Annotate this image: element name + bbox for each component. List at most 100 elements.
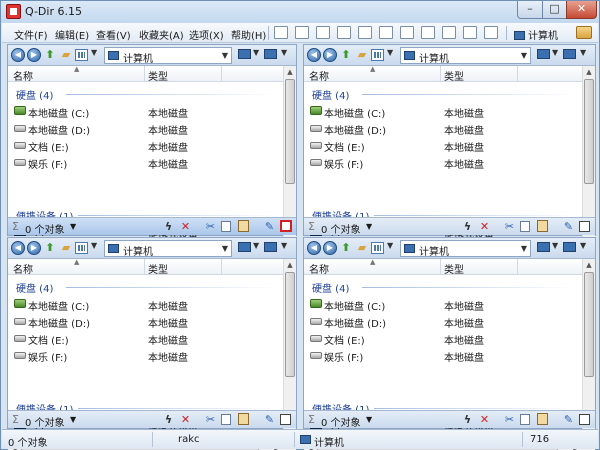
list-item[interactable]: 娱乐 (F:) 本地磁盘	[304, 347, 582, 364]
layout-tabs-icon[interactable]	[442, 26, 456, 39]
chevron-down-icon[interactable]: ▼	[521, 244, 527, 253]
scroll-up-icon[interactable]: ▲	[583, 66, 595, 78]
list-item[interactable]: 本地磁盘 (D:) 本地磁盘	[8, 313, 283, 330]
menu-favorites[interactable]: 收藏夹(A)	[139, 27, 184, 42]
menu-help[interactable]: 帮助(H)	[231, 27, 266, 42]
menu-options[interactable]: 选项(X)	[189, 27, 224, 42]
paste-icon[interactable]	[238, 220, 249, 232]
column-divider[interactable]	[517, 66, 518, 82]
address-bar[interactable]: 计算机 ▼	[104, 47, 232, 65]
monitor-icon[interactable]	[238, 49, 251, 59]
column-name[interactable]: 名称	[309, 261, 329, 276]
paste-icon[interactable]	[537, 220, 548, 232]
up-folder-icon[interactable]: ⬆	[339, 241, 353, 255]
menu-view[interactable]: 查看(V)	[96, 27, 131, 42]
menu-edit[interactable]: 编辑(E)	[55, 27, 89, 42]
rename-icon[interactable]: ✎	[263, 220, 276, 233]
view-mode-icon[interactable]	[75, 49, 88, 61]
column-name[interactable]: 名称	[309, 68, 329, 83]
rename-icon[interactable]: ✎	[263, 413, 276, 426]
copy-icon[interactable]	[221, 414, 231, 425]
paste-icon[interactable]	[537, 413, 548, 425]
layout-horizontal-icon[interactable]	[316, 26, 330, 39]
folder-icon[interactable]: ▰	[59, 241, 73, 255]
delete-icon[interactable]: ✕	[478, 220, 491, 233]
close-button[interactable]: ✕	[566, 1, 597, 19]
list-item[interactable]: 文档 (E:) 本地磁盘	[304, 137, 582, 154]
delete-icon[interactable]: ✕	[179, 220, 192, 233]
back-icon[interactable]: ◀	[11, 48, 25, 62]
chevron-down-icon[interactable]: ▼	[222, 51, 228, 60]
forward-icon[interactable]: ▶	[27, 48, 41, 62]
column-divider[interactable]	[517, 259, 518, 275]
menu-file[interactable]: 文件(F)	[14, 27, 48, 42]
view-mode-icon[interactable]	[371, 49, 384, 61]
copy-icon[interactable]	[520, 414, 530, 425]
quick-action-icon[interactable]: ϟ	[162, 413, 175, 426]
scroll-thumb[interactable]	[584, 272, 594, 377]
list-item[interactable]: 娱乐 (F:) 本地磁盘	[304, 154, 582, 171]
scroll-thumb[interactable]	[285, 79, 295, 184]
column-type[interactable]: 类型	[148, 68, 168, 83]
forward-icon[interactable]: ▶	[323, 241, 337, 255]
back-icon[interactable]: ◀	[11, 241, 25, 255]
cut-icon[interactable]: ✂	[204, 413, 217, 426]
chevron-down-icon[interactable]: ▼	[552, 241, 558, 250]
column-divider[interactable]	[221, 259, 222, 275]
group-header[interactable]: 硬盘 (4)	[16, 87, 53, 102]
column-type[interactable]: 类型	[148, 261, 168, 276]
column-type[interactable]: 类型	[444, 68, 464, 83]
view-mode-icon[interactable]	[371, 242, 384, 254]
chevron-down-icon[interactable]: ▼	[70, 222, 76, 231]
column-name[interactable]: 名称	[13, 68, 33, 83]
file-pane-bottom-left[interactable]: ◀ ▶ ⬆ ▰ ▼ 计算机 ▼ ▼ ▼ 名称 ▲ 类型 硬盘 (4) 本地磁盘 (C:) 本地磁盘 本地磁盘 …	[7, 237, 297, 450]
list-item[interactable]: 本地磁盘 (C:) 本地磁盘	[304, 103, 582, 120]
cut-icon[interactable]: ✂	[503, 413, 516, 426]
chevron-down-icon[interactable]: ▼	[281, 241, 287, 250]
display-icon[interactable]	[563, 242, 576, 252]
paste-icon[interactable]	[238, 413, 249, 425]
cut-icon[interactable]: ✂	[503, 220, 516, 233]
chevron-down-icon[interactable]: ▼	[552, 48, 558, 57]
folder-icon[interactable]: ▰	[355, 48, 369, 62]
address-bar[interactable]: 计算机 ▼	[400, 240, 531, 258]
list-item[interactable]: 本地磁盘 (D:) 本地磁盘	[304, 120, 582, 137]
chevron-down-icon[interactable]: ▼	[387, 48, 393, 57]
up-folder-icon[interactable]: ⬆	[43, 241, 57, 255]
group-header[interactable]: 硬盘 (4)	[16, 280, 53, 295]
chevron-down-icon[interactable]: ▼	[366, 222, 372, 231]
close-pane-icon[interactable]	[579, 221, 590, 232]
monitor-icon[interactable]	[238, 242, 251, 252]
view-mode-icon[interactable]	[75, 242, 88, 254]
column-type[interactable]: 类型	[444, 261, 464, 276]
display-icon[interactable]	[264, 49, 277, 59]
folder-icon[interactable]: ▰	[355, 241, 369, 255]
title-bar[interactable]: Q-Dir 6.15 – □ ✕	[1, 1, 599, 23]
back-icon[interactable]: ◀	[307, 48, 321, 62]
list-item[interactable]: 文档 (E:) 本地磁盘	[304, 330, 582, 347]
chevron-down-icon[interactable]: ▼	[91, 48, 97, 57]
close-pane-icon[interactable]	[579, 414, 590, 425]
minimize-button[interactable]: –	[517, 1, 543, 19]
scroll-thumb[interactable]	[285, 272, 295, 377]
list-item[interactable]: 本地磁盘 (C:) 本地磁盘	[304, 296, 582, 313]
rename-icon[interactable]: ✎	[562, 220, 575, 233]
chevron-down-icon[interactable]: ▼	[91, 241, 97, 250]
scroll-thumb[interactable]	[584, 79, 594, 184]
chevron-down-icon[interactable]: ▼	[253, 48, 259, 57]
close-pane-icon[interactable]	[280, 414, 291, 425]
list-item[interactable]: 娱乐 (F:) 本地磁盘	[8, 154, 283, 171]
column-name[interactable]: 名称	[13, 261, 33, 276]
chevron-down-icon[interactable]: ▼	[366, 415, 372, 424]
chevron-down-icon[interactable]: ▼	[580, 241, 586, 250]
chevron-down-icon[interactable]: ▼	[521, 51, 527, 60]
rename-icon[interactable]: ✎	[562, 413, 575, 426]
chevron-down-icon[interactable]: ▼	[253, 241, 259, 250]
layout-tree-icon[interactable]	[484, 26, 498, 39]
address-bar[interactable]: 计算机 ▼	[400, 47, 531, 65]
forward-icon[interactable]: ▶	[27, 241, 41, 255]
scroll-up-icon[interactable]: ▲	[284, 66, 296, 78]
column-divider[interactable]	[144, 66, 145, 82]
forward-icon[interactable]: ▶	[323, 48, 337, 62]
list-item[interactable]: 娱乐 (F:) 本地磁盘	[8, 347, 283, 364]
